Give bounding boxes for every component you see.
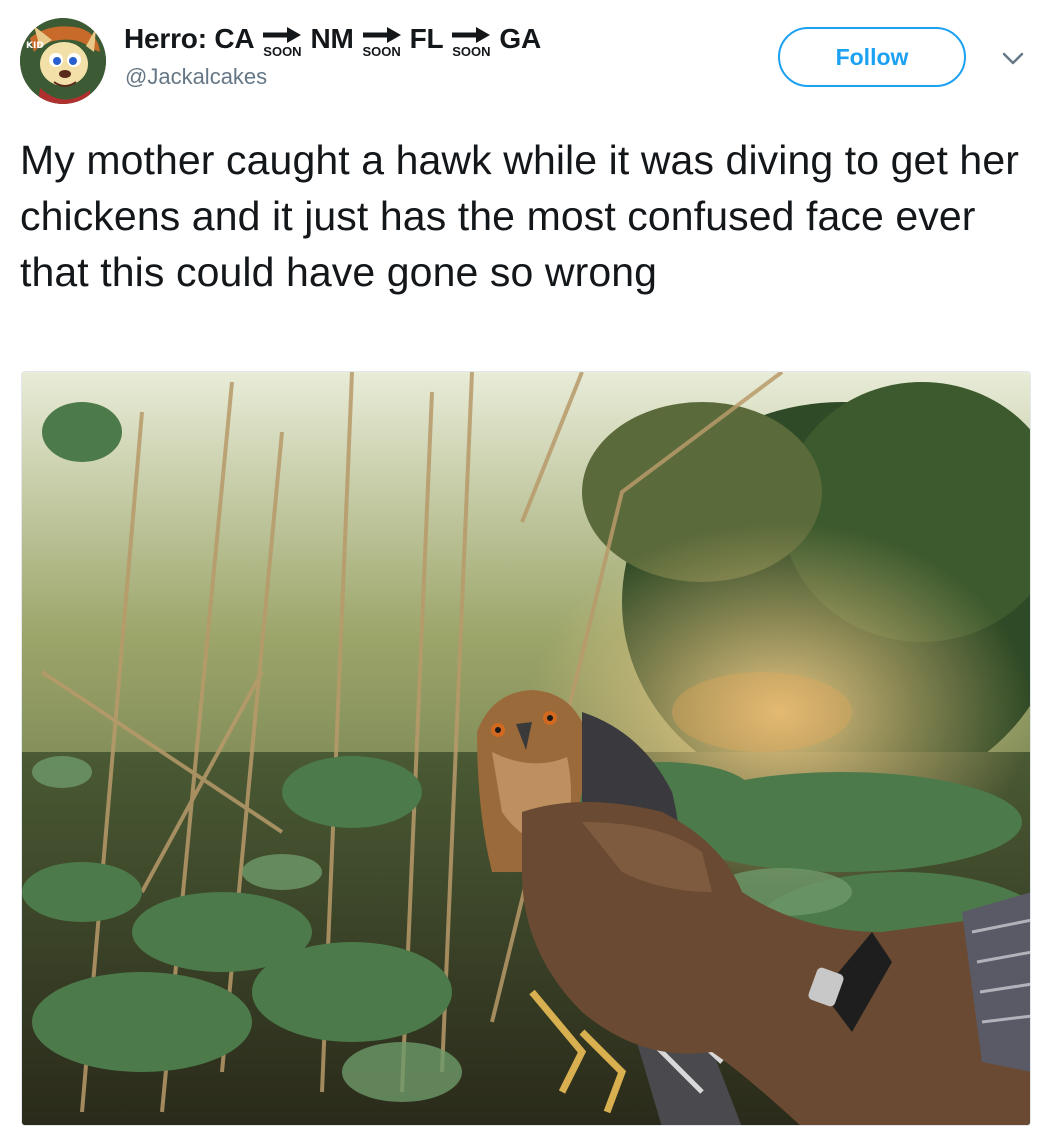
tweet-photo[interactable]: [21, 371, 1031, 1126]
name-part-stop-2: FL: [409, 23, 444, 54]
soon-arrow-badge: SOON: [260, 22, 304, 62]
right-arrow-icon: [452, 26, 491, 43]
tweet-card: KID Herro: CA SOON NM SOON FL SOON GA @J…: [0, 0, 1052, 1146]
svg-text:KID: KID: [26, 41, 44, 51]
soon-label: SOON: [362, 43, 401, 59]
soon-arrow-badge: SOON: [360, 22, 404, 62]
soon-label: SOON: [452, 43, 491, 59]
soon-arrow-badge: SOON: [449, 22, 493, 62]
chevron-down-icon[interactable]: [1000, 48, 1026, 68]
right-arrow-icon: [263, 26, 302, 43]
avatar[interactable]: KID: [20, 18, 106, 104]
tweet-text: My mother caught a hawk while it was div…: [20, 137, 1019, 295]
name-part-origin: Herro: CA: [124, 23, 255, 54]
name-part-destination: GA: [499, 23, 542, 54]
display-name[interactable]: Herro: CA SOON NM SOON FL SOON GA: [124, 16, 541, 62]
soon-label: SOON: [263, 43, 302, 59]
name-part-stop-1: NM: [310, 23, 354, 54]
right-arrow-icon: [362, 26, 401, 43]
user-handle[interactable]: @Jackalcakes: [125, 64, 267, 90]
follow-button[interactable]: Follow: [778, 27, 966, 87]
